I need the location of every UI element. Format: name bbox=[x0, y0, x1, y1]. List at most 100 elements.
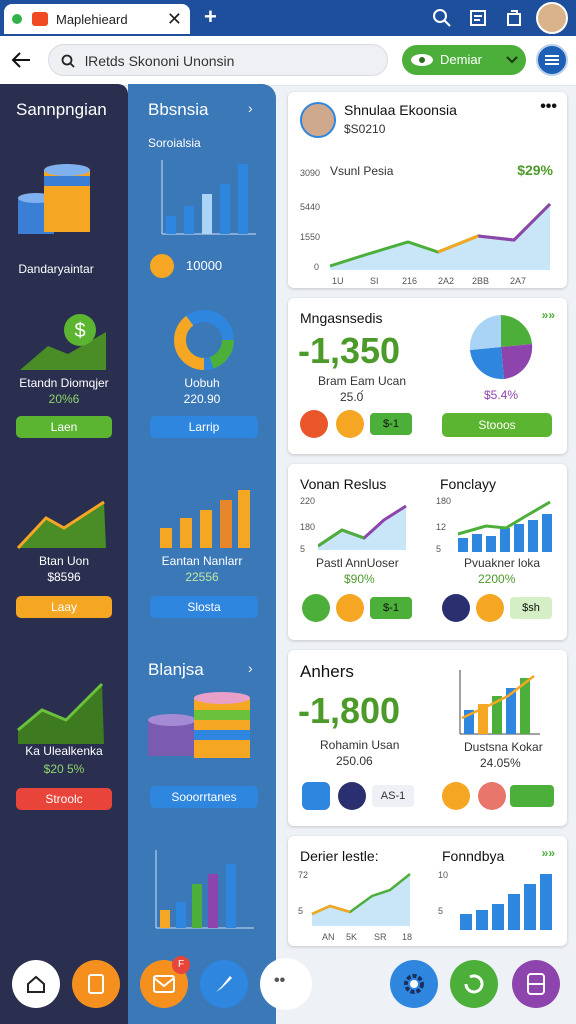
column-title: Sannpngian bbox=[16, 100, 107, 119]
y-tick: 10 bbox=[438, 870, 449, 880]
dollar-icon[interactable] bbox=[442, 782, 470, 810]
line-chart bbox=[329, 202, 552, 270]
trend-chart-icon bbox=[16, 500, 106, 550]
item-label: Dandaryaintar bbox=[18, 262, 94, 276]
y-tick: 180 bbox=[436, 496, 452, 506]
card-title: Derier lestle: bbox=[300, 848, 379, 864]
star-icon[interactable] bbox=[336, 594, 364, 622]
big-value: -1,350 bbox=[298, 330, 401, 371]
item-button[interactable]: Laay bbox=[16, 596, 112, 618]
mini-pill[interactable]: $sh bbox=[510, 597, 552, 619]
edit-icon[interactable] bbox=[478, 782, 506, 810]
card-title: Fonclayy bbox=[440, 476, 497, 492]
y-tick: 5 bbox=[298, 906, 304, 916]
search-icon[interactable] bbox=[432, 8, 452, 28]
donut-button[interactable]: Larrip bbox=[150, 416, 258, 438]
x-tick: SI bbox=[370, 276, 379, 286]
bars-button[interactable]: Slosta bbox=[150, 596, 258, 618]
stack-chart-icon bbox=[148, 692, 250, 758]
dollar-icon[interactable] bbox=[442, 594, 470, 622]
x-tick: SR bbox=[374, 932, 387, 942]
mini-pill[interactable]: AS-1 bbox=[372, 785, 414, 807]
demo-label: Demiar bbox=[440, 52, 482, 67]
item-label: Etandn Diomqjer bbox=[19, 376, 109, 390]
new-tab-button[interactable]: + bbox=[204, 4, 217, 30]
donut-label: Uobuh bbox=[184, 376, 220, 390]
check-icon[interactable] bbox=[336, 410, 364, 438]
more-icon[interactable]: ••• bbox=[540, 98, 557, 116]
coin-stack-icon bbox=[18, 164, 90, 234]
chart-label: Pvuakner loka bbox=[464, 556, 541, 570]
arrows-right-icon[interactable]: »» bbox=[542, 846, 555, 860]
status-dot-icon bbox=[12, 14, 22, 24]
dollar-icon[interactable] bbox=[338, 782, 366, 810]
card-title: Fonndbya bbox=[442, 848, 505, 864]
orange-bar-chart bbox=[160, 490, 250, 548]
document-button[interactable] bbox=[72, 960, 120, 1008]
chevron-right-icon[interactable]: › bbox=[248, 100, 253, 116]
section-sub: Soroialsia bbox=[148, 136, 201, 150]
anhers-label: Rohamin Usan bbox=[320, 738, 400, 752]
back-arrow-icon[interactable] bbox=[10, 50, 32, 70]
settings-button[interactable] bbox=[390, 960, 438, 1008]
chart-label: Pastl AnnUoser bbox=[316, 556, 399, 570]
area-chart bbox=[318, 504, 407, 550]
browser-tab[interactable]: Maplehieard ✕ bbox=[4, 4, 190, 34]
card-button[interactable]: Stooos bbox=[442, 413, 552, 437]
mini-pill[interactable]: $-1 bbox=[370, 597, 412, 619]
mail-button[interactable]: F bbox=[140, 956, 190, 1008]
growth-chart-icon: $ bbox=[20, 314, 106, 370]
check-icon[interactable] bbox=[476, 594, 504, 622]
item-button[interactable]: Laen bbox=[16, 416, 112, 438]
x-tick: AN bbox=[322, 932, 335, 942]
search-icon bbox=[61, 54, 75, 68]
demo-dropdown[interactable]: Demiar bbox=[402, 45, 526, 75]
y-tick: 180 bbox=[300, 522, 316, 532]
donut-chart bbox=[174, 310, 234, 370]
pie-pct: $5.4% bbox=[484, 388, 519, 402]
y-tick: 220 bbox=[300, 496, 316, 506]
close-tab-icon[interactable]: ✕ bbox=[167, 9, 182, 30]
y-tick: 3090 bbox=[300, 168, 321, 178]
reader-icon[interactable] bbox=[468, 8, 488, 28]
search-input[interactable]: lRetds Skononi Unonsin bbox=[48, 44, 388, 76]
dual-chart-card: Vonan Reslus 220 180 5 Pastl AnnUoser $9… bbox=[288, 464, 567, 640]
refresh-button[interactable] bbox=[450, 960, 498, 1008]
rocket-icon bbox=[216, 976, 232, 992]
tab-title: Maplehieard bbox=[56, 12, 128, 27]
area-chart-icon bbox=[17, 682, 104, 744]
anhers-label-2: Dustsna Kokar bbox=[464, 740, 543, 754]
avatar[interactable] bbox=[536, 2, 568, 34]
item-button[interactable]: Stroolc bbox=[16, 788, 112, 810]
forward-pill[interactable] bbox=[510, 785, 554, 807]
bars-label: Eantan Nanlarr bbox=[161, 554, 243, 568]
y-tick: 12 bbox=[436, 522, 447, 532]
anhers-value-2: 24.05% bbox=[480, 756, 521, 770]
chevron-right-icon[interactable]: › bbox=[248, 660, 253, 676]
stack-button[interactable]: Sooorrtanes bbox=[150, 786, 258, 808]
arrows-right-icon[interactable]: »» bbox=[542, 308, 555, 322]
mini-pill[interactable]: $-1 bbox=[370, 413, 412, 435]
big-value: -1,800 bbox=[298, 690, 401, 731]
y-tick: 5440 bbox=[300, 202, 321, 212]
tabs-icon[interactable] bbox=[504, 8, 524, 28]
hamburger-icon bbox=[545, 55, 559, 65]
image-icon[interactable] bbox=[302, 782, 330, 810]
layout-button[interactable] bbox=[512, 960, 560, 1008]
profile-name: Shnulaa Ekoonsia bbox=[344, 102, 457, 118]
more-button[interactable]: •• bbox=[260, 958, 312, 1010]
notification-badge: F bbox=[172, 956, 190, 974]
card-title: Vonan Reslus bbox=[300, 476, 387, 492]
summary-label: Bram Eam Ucan bbox=[318, 374, 407, 388]
blue-bar-chart bbox=[460, 874, 552, 930]
settings-icon[interactable] bbox=[300, 410, 328, 438]
y-tick: 0 bbox=[314, 262, 320, 272]
home-button[interactable] bbox=[12, 960, 60, 1008]
x-tick: 2A2 bbox=[438, 276, 455, 286]
rocket-button[interactable] bbox=[200, 960, 248, 1008]
dollar-icon[interactable] bbox=[302, 594, 330, 622]
x-tick: 2A7 bbox=[510, 276, 527, 286]
y-tick: 5 bbox=[300, 544, 306, 554]
menu-button[interactable] bbox=[536, 44, 568, 76]
chevron-down-icon bbox=[506, 56, 518, 64]
